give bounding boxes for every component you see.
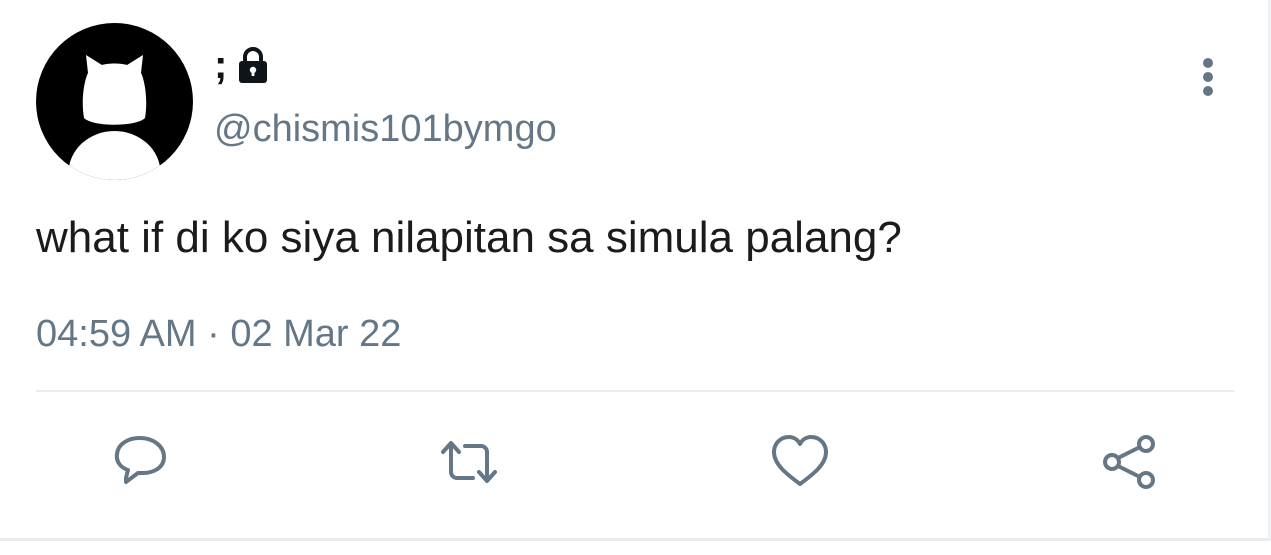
- share-icon: [1103, 435, 1155, 489]
- retweet-icon: [441, 441, 497, 483]
- display-name-text: ;: [214, 43, 228, 87]
- tweet-timestamp[interactable]: 04:59 AM · 02 Mar 22: [36, 312, 401, 358]
- reply-icon: [114, 436, 166, 484]
- more-vertical-icon: [1203, 58, 1213, 96]
- retweet-button[interactable]: [437, 430, 501, 494]
- lock-icon: [239, 47, 268, 83]
- tweet-card: ; @chismis101bymgo what if di ko siya ni…: [0, 0, 1271, 555]
- avatar[interactable]: [36, 23, 193, 180]
- display-name[interactable]: ;: [214, 40, 273, 90]
- cat-avatar-icon: [36, 23, 193, 180]
- divider: [36, 390, 1234, 392]
- reply-button[interactable]: [108, 430, 172, 494]
- tweet-text: what if di ko siya nilapitan sa simula p…: [36, 213, 902, 262]
- user-handle[interactable]: @chismis101bymgo: [214, 110, 557, 148]
- bottom-border: [0, 538, 1271, 541]
- more-options-button[interactable]: [1190, 55, 1226, 99]
- like-button[interactable]: [768, 430, 832, 494]
- heart-icon: [772, 435, 828, 486]
- share-button[interactable]: [1098, 430, 1162, 494]
